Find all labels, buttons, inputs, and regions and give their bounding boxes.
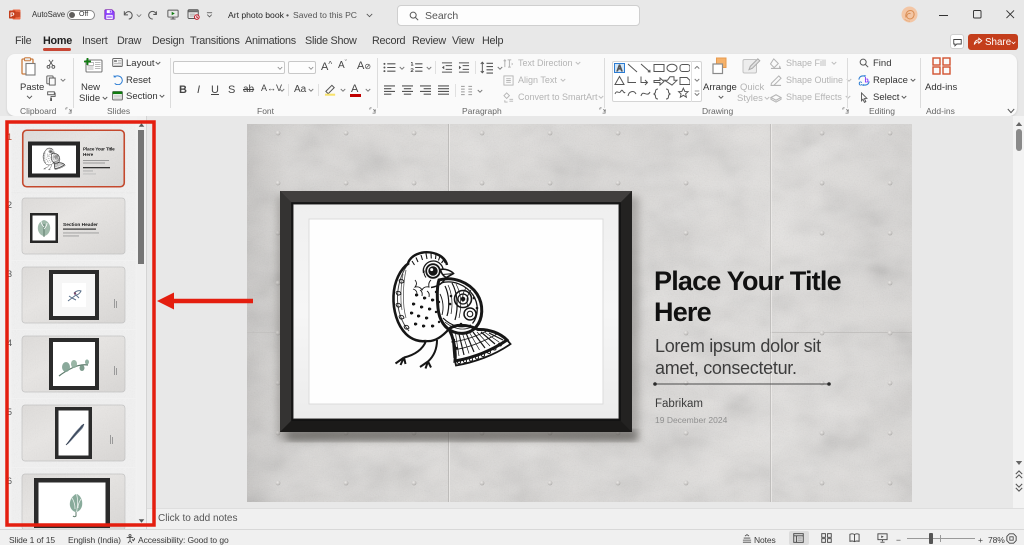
svg-text:P: P	[10, 12, 15, 19]
svg-text:5: 5	[7, 407, 12, 417]
svg-text:3: 3	[7, 269, 12, 279]
svg-text:6: 6	[7, 476, 12, 486]
svg-text:4: 4	[7, 338, 12, 348]
svg-text:b: b	[864, 77, 868, 84]
svg-text:1: 1	[7, 132, 12, 142]
svg-text:Section Header: Section Header	[63, 222, 98, 228]
svg-text:Here: Here	[83, 152, 94, 157]
svg-text:2: 2	[7, 200, 12, 210]
svg-text:Place Your Title: Place Your Title	[83, 147, 115, 152]
svg-text:c: c	[859, 81, 863, 86]
svg-text:A: A	[617, 64, 623, 73]
